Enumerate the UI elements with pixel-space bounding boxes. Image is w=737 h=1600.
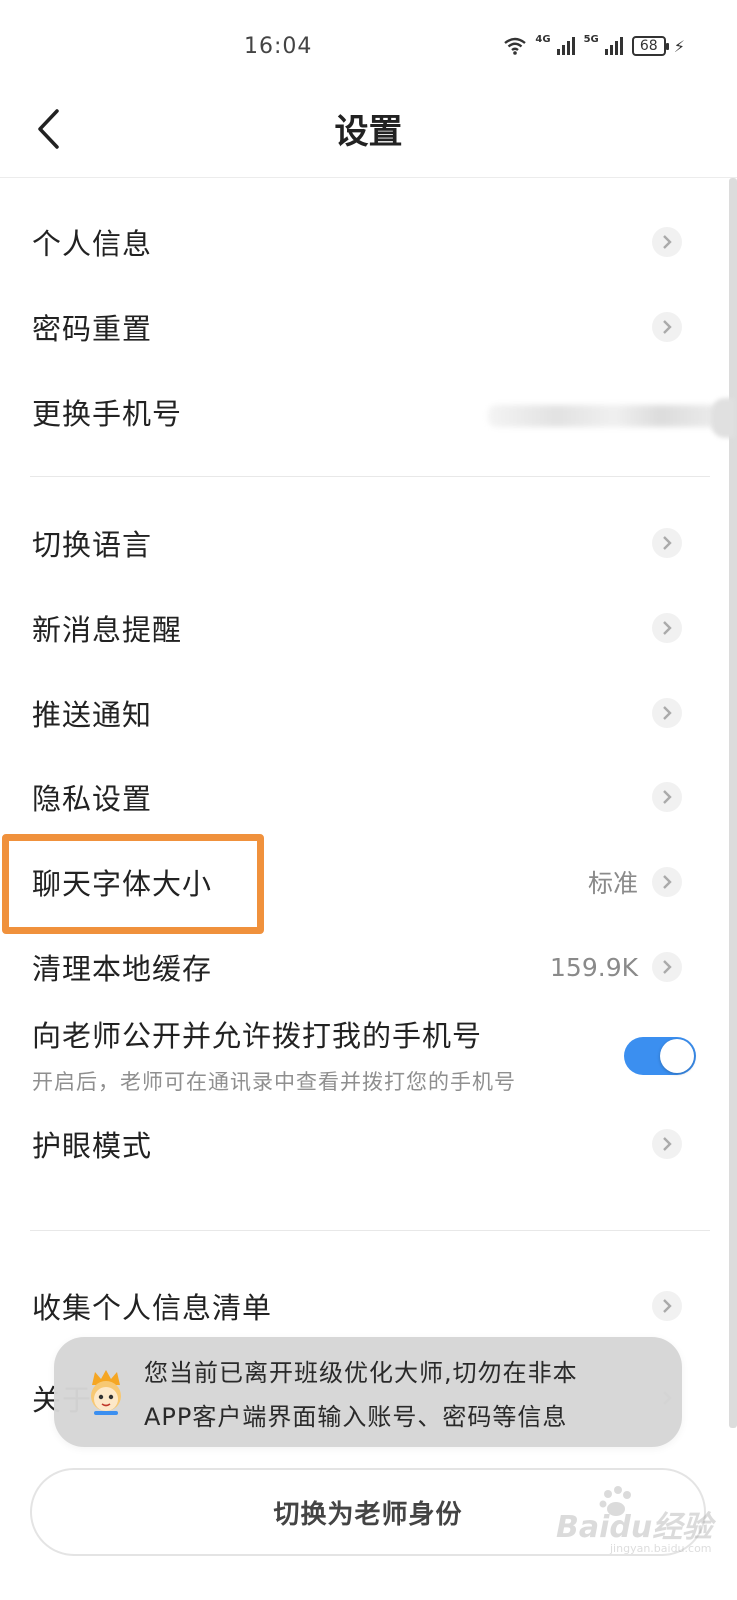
chevron-right-icon [652, 1291, 682, 1321]
highlight-box [2, 834, 264, 934]
chevron-right-icon [652, 1129, 682, 1159]
settings-item-label: 个人信息 [32, 227, 153, 261]
chevron-right-icon [652, 952, 682, 982]
settings-item-label: 护眼模式 [32, 1129, 153, 1163]
settings-item-value: 159.9K [550, 952, 638, 982]
settings-item-password-reset[interactable]: 密码重置 [0, 285, 710, 369]
charging-icon: ⚡ [673, 36, 685, 56]
status-bar: 16:04 4G 5G 68 ⚡ [0, 0, 737, 90]
chevron-right-icon [652, 227, 682, 257]
signal-icon [604, 37, 623, 55]
settings-item-value: 标准 [587, 869, 638, 898]
network-type-2: 5G [583, 33, 599, 45]
watermark-text: Baidu经验 [556, 1510, 713, 1545]
settings-item-label: 清理本地缓存 [32, 952, 213, 986]
chevron-right-icon [652, 782, 682, 812]
settings-item-label: 隐私设置 [32, 782, 153, 816]
app-mascot-icon [91, 1370, 121, 1415]
divider [30, 1230, 710, 1231]
settings-item-push-notification[interactable]: 推送通知 [0, 671, 710, 755]
settings-item-new-message-alert[interactable]: 新消息提醒 [0, 586, 710, 670]
settings-item-label: 向老师公开并允许拨打我的手机号 [32, 1019, 483, 1053]
settings-item-label: 更换手机号 [32, 397, 183, 431]
baidu-watermark: Baidu经验 jingyan.baidu.com [552, 1484, 732, 1564]
switch-to-teacher-label: 切换为老师身份 [273, 1499, 463, 1530]
status-icons: 4G 5G 68 ⚡ [503, 33, 685, 56]
blurred-phone-number [488, 405, 718, 427]
divider [30, 476, 710, 477]
settings-item-privacy[interactable]: 隐私设置 [0, 755, 710, 839]
status-time: 16:04 [244, 34, 313, 59]
settings-item-public-phone: 向老师公开并允许拨打我的手机号 [0, 994, 710, 1074]
signal-icon [556, 37, 575, 55]
chevron-right-icon [652, 528, 682, 558]
wifi-icon [504, 37, 527, 55]
chevron-right-icon [652, 867, 682, 897]
chevron-right-icon [652, 698, 682, 728]
toast-line-1: 您当前已离开班级优化大师,切勿在非本 [144, 1359, 578, 1387]
toast-line-2: APP客户端界面输入账号、密码等信息 [144, 1403, 568, 1431]
chevron-right-icon [652, 613, 682, 643]
battery-icon: 68 [631, 36, 669, 56]
settings-item-label: 密码重置 [32, 312, 153, 346]
settings-item-personal-info-list[interactable]: 收集个人信息清单 [0, 1264, 710, 1348]
settings-item-label: 新消息提醒 [32, 613, 183, 647]
toggle-knob [660, 1039, 694, 1073]
watermark-subtext: jingyan.baidu.com [610, 1542, 712, 1555]
settings-item-personal-info[interactable]: 个人信息 [0, 200, 710, 284]
settings-item-label: 推送通知 [32, 698, 153, 732]
page-title: 设置 [334, 112, 403, 152]
settings-item-eye-protection[interactable]: 护眼模式 [0, 1102, 710, 1186]
public-phone-toggle[interactable] [624, 1037, 696, 1075]
scrollbar[interactable] [729, 178, 737, 1428]
chevron-right-icon [652, 312, 682, 342]
settings-item-label: 收集个人信息清单 [32, 1291, 273, 1325]
settings-item-label: 切换语言 [32, 528, 153, 562]
header: 设置 [0, 90, 737, 178]
blurred-chevron [711, 398, 735, 438]
toast-message: 您当前已离开班级优化大师,切勿在非本 APP客户端界面输入账号、密码等信息 [54, 1337, 682, 1447]
network-type-1: 4G [535, 33, 551, 45]
settings-item-subtitle: 开启后，老师可在通讯录中查看并拨打您的手机号 [32, 1070, 516, 1094]
settings-item-language[interactable]: 切换语言 [0, 501, 710, 585]
